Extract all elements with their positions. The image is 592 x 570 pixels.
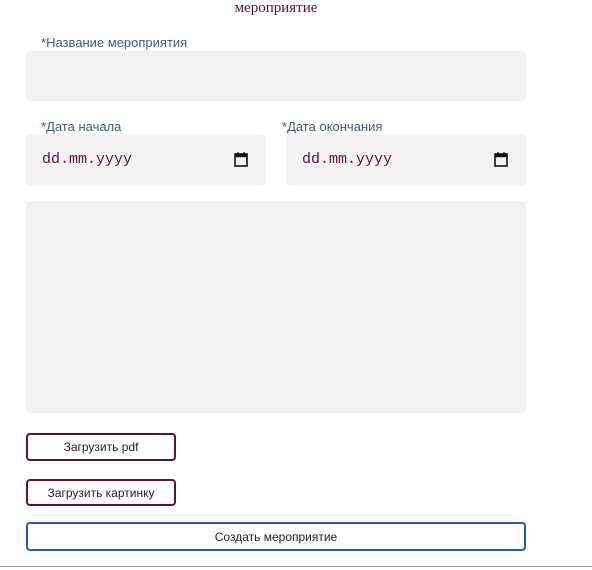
upload-image-button[interactable]: Загрузить картинку <box>26 479 176 506</box>
calendar-icon[interactable] <box>234 152 248 167</box>
event-name-label-text: Название мероприятия <box>46 35 188 50</box>
description-textarea[interactable] <box>26 201 526 413</box>
upload-pdf-button[interactable]: Загрузить pdf <box>26 433 176 461</box>
calendar-icon-glyph <box>234 152 248 167</box>
event-name-input[interactable] <box>26 51 526 101</box>
calendar-icon-glyph <box>494 152 508 167</box>
bottom-divider <box>0 566 592 567</box>
start-date-label: *Дата начала <box>41 119 121 134</box>
start-date-value[interactable]: dd.mm.yyyy <box>42 151 132 169</box>
create-event-button[interactable]: Создать мероприятие <box>26 522 526 551</box>
event-name-label: *Название мероприятия <box>41 35 187 50</box>
end-date-label: *Дата окончания <box>282 119 382 134</box>
calendar-icon[interactable] <box>494 152 508 167</box>
end-date-value[interactable]: dd.mm.yyyy <box>302 151 392 169</box>
end-date-label-text: Дата окончания <box>287 119 383 134</box>
end-date-input[interactable]: dd.mm.yyyy <box>286 135 526 185</box>
start-date-label-text: Дата начала <box>46 119 122 134</box>
start-date-input[interactable]: dd.mm.yyyy <box>26 135 266 185</box>
page-heading: мероприятие <box>234 0 318 16</box>
